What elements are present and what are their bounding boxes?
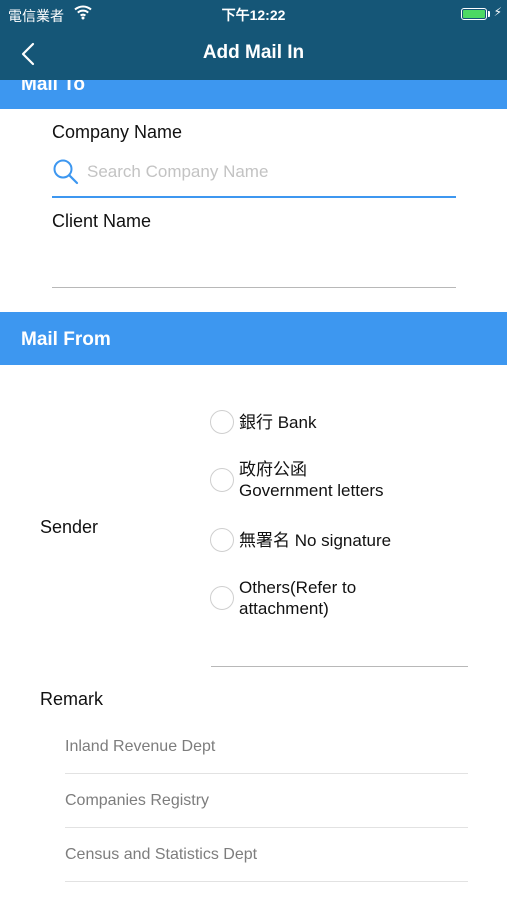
search-icon bbox=[52, 158, 80, 191]
charging-bolt-icon: ⚡︎ bbox=[493, 5, 502, 19]
radio-button-icon[interactable] bbox=[210, 410, 234, 434]
battery-icon bbox=[461, 8, 487, 20]
status-bar: 電信業者 下午12:22 ⚡︎ bbox=[0, 0, 507, 28]
company-search-input[interactable] bbox=[87, 160, 447, 184]
battery-level bbox=[463, 10, 485, 18]
sender-label: Sender bbox=[40, 517, 99, 537]
remark-option-label: Census and Statistics Dept bbox=[65, 846, 258, 863]
remark-label: Remark bbox=[40, 689, 104, 709]
sender-option-others[interactable]: Others(Refer to attachment) bbox=[210, 577, 356, 619]
radio-button-icon[interactable] bbox=[210, 586, 234, 610]
company-search-field[interactable] bbox=[52, 152, 456, 198]
radio-button-icon[interactable] bbox=[210, 528, 234, 552]
sender-option-label: 政府公函 Government letters bbox=[239, 460, 384, 500]
mail-from-header-label: Mail From bbox=[21, 329, 111, 350]
mail-from-header: Mail From bbox=[0, 312, 507, 365]
sender-option-label: 無署名 No signature bbox=[239, 530, 392, 550]
navigation-bar: Add Mail In bbox=[0, 28, 507, 80]
remark-option[interactable]: Census and Statistics Dept bbox=[65, 828, 468, 882]
remark-option[interactable]: Companies Registry bbox=[65, 774, 468, 828]
client-name-field[interactable] bbox=[52, 246, 456, 288]
sender-option-label: 銀行 Bank bbox=[239, 412, 317, 432]
remark-option-label: Companies Registry bbox=[65, 792, 210, 809]
mail-to-header: Mail To bbox=[0, 80, 507, 109]
sender-option-government[interactable]: 政府公函 Government letters bbox=[210, 459, 384, 501]
remark-option-label: Inland Revenue Dept bbox=[65, 738, 216, 755]
mail-to-header-label: Mail To bbox=[21, 80, 86, 95]
sender-other-input-line[interactable] bbox=[211, 666, 468, 667]
client-name-label: Client Name bbox=[52, 211, 152, 231]
sender-option-label: Others(Refer to attachment) bbox=[239, 578, 357, 618]
battery-tip bbox=[488, 11, 490, 17]
page-title: Add Mail In bbox=[202, 42, 305, 63]
clock: 下午12:22 bbox=[221, 7, 286, 23]
remark-option[interactable]: Inland Revenue Dept bbox=[65, 720, 468, 774]
sender-option-no-signature[interactable]: 無署名 No signature bbox=[210, 528, 391, 552]
radio-button-icon[interactable] bbox=[210, 468, 234, 492]
sender-option-bank[interactable]: 銀行 Bank bbox=[210, 410, 316, 434]
company-name-label: Company Name bbox=[52, 122, 183, 142]
